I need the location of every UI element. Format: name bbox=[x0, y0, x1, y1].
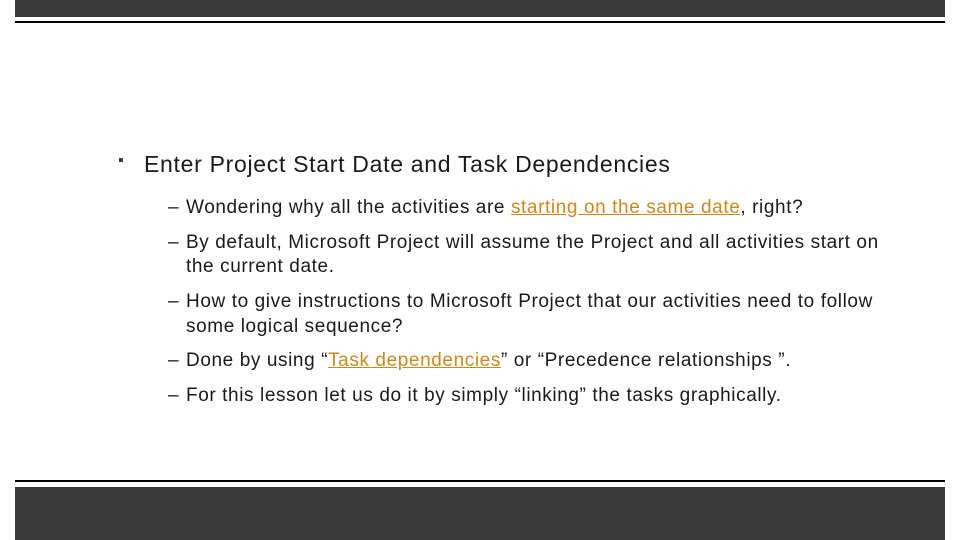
top-border bbox=[15, 0, 945, 23]
top-border-thin bbox=[15, 21, 945, 23]
bullet-list: Wondering why all the activities are sta… bbox=[112, 196, 880, 409]
bottom-border bbox=[15, 480, 945, 540]
list-item: For this lesson let us do it by simply “… bbox=[168, 384, 880, 409]
top-border-thick bbox=[15, 0, 945, 17]
slide-content: Enter Project Start Date and Task Depend… bbox=[112, 150, 880, 419]
bottom-border-thick bbox=[15, 487, 945, 540]
list-item: Wondering why all the activities are sta… bbox=[168, 196, 880, 221]
text: , right? bbox=[740, 197, 803, 218]
text: ” or “Precedence relationships ”. bbox=[501, 350, 791, 371]
text: How to give instructions to Microsoft Pr… bbox=[186, 291, 873, 337]
list-item: How to give instructions to Microsoft Pr… bbox=[168, 290, 880, 339]
list-item: Done by using “Task dependencies” or “Pr… bbox=[168, 349, 880, 374]
slide: Enter Project Start Date and Task Depend… bbox=[0, 0, 960, 540]
list-item: By default, Microsoft Project will assum… bbox=[168, 231, 880, 280]
text: Done by using “ bbox=[186, 350, 328, 371]
highlight-text: Task dependencies bbox=[328, 350, 501, 371]
highlight-text: starting on the same date bbox=[511, 197, 740, 218]
text: Wondering why all the activities are bbox=[186, 197, 511, 218]
text: For this lesson let us do it by simply “… bbox=[186, 385, 782, 406]
slide-heading: Enter Project Start Date and Task Depend… bbox=[112, 150, 880, 178]
text: By default, Microsoft Project will assum… bbox=[186, 232, 879, 278]
